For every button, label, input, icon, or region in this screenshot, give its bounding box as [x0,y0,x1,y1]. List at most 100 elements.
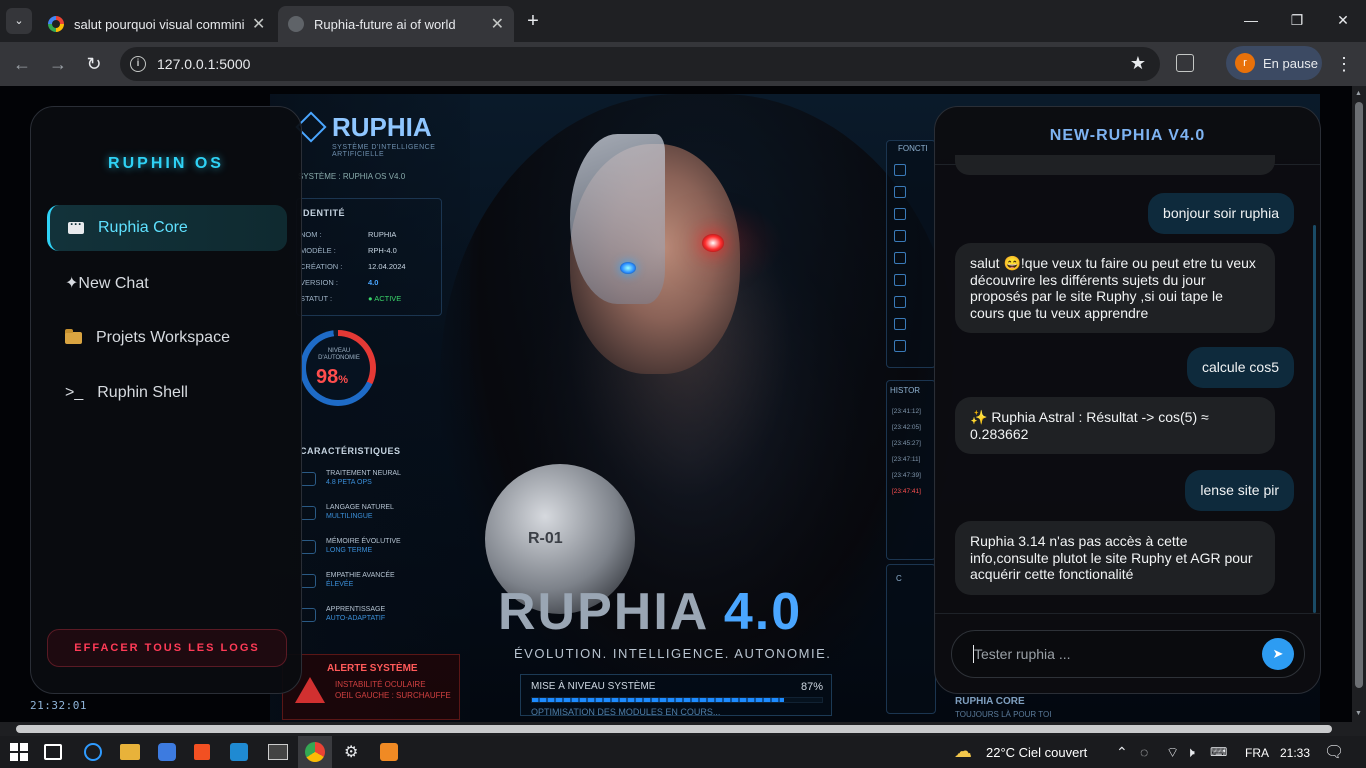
poster-right-hud: FONCTI HISTOR [23:41:12] [23:42:05] [23:… [880,134,940,722]
alert-line: OEIL GAUCHE : SURCHAUFFE [335,691,451,700]
history-time: [23:47:39] [892,472,921,479]
clear-logs-button[interactable]: EFFACER TOUS LES LOGS [47,629,287,667]
scroll-down-icon[interactable]: ▼ [1355,710,1362,717]
poster-cyber-plate [570,134,665,304]
chat-message-user: lense site pir [1185,470,1294,511]
identity-value: 4.0 [368,278,379,287]
identity-key: CRÉATION : [300,262,343,271]
history-title: HISTOR [890,386,921,395]
terminal-icon: >_ [65,384,84,401]
chat-messages[interactable]: bonjour soir ruphia salut 😄!que veux tu … [935,155,1320,613]
vertical-scroll-thumb[interactable] [1355,102,1363,688]
notifications-icon[interactable]: 🗨 [1324,742,1344,762]
history-time: [23:42:05] [892,424,921,431]
sidebar-item-label: ✦New Chat [65,275,149,292]
photos-icon[interactable] [158,743,176,761]
identity-value: ● ACTIVE [368,294,402,303]
function-icon [894,186,906,198]
reload-button[interactable]: ↻ [80,50,108,78]
status-box [886,564,936,714]
sidebar-item-new-chat[interactable]: ✦New Chat [47,260,287,306]
system-alert-box: ALERTE SYSTÈME INSTABILITÉ OCULAIRE OEIL … [282,654,460,720]
sidebar-item-label: Ruphia Core [98,219,188,236]
identity-key: NOM : [300,230,322,239]
horizontal-scrollbar[interactable] [0,722,1366,736]
poster-logo: RUPHIA [332,112,432,142]
keyboard-icon[interactable]: ⌨ [1210,745,1227,759]
terminal-app-icon[interactable] [268,744,288,760]
file-explorer-icon[interactable] [120,744,140,760]
google-icon [48,16,64,32]
tab-title: Ruphia-future ai of world [314,16,456,32]
minimize-button[interactable]: — [1228,0,1274,42]
cortana-icon[interactable] [84,743,102,761]
sublime-text-icon[interactable] [380,743,398,761]
speech-icon [300,506,316,520]
reading-mode-icon[interactable] [1176,54,1194,72]
functions-title: FONCTI [898,144,928,153]
feature-sub: LONG TERME [326,547,373,554]
more-menu-icon[interactable]: ⋮ [1334,50,1354,78]
chrome-icon[interactable] [305,742,325,762]
vertical-scrollbar[interactable]: ▲ ▼ [1352,86,1366,722]
new-tab-button[interactable]: + [520,8,546,34]
chat-panel: NEW-RUPHIA V4.0 bonjour soir ruphia salu… [934,106,1321,694]
profile-status: En pause [1263,55,1318,71]
upgrade-label: MISE À NIVEAU SYSTÈME [531,681,656,692]
history-time: [23:47:11] [892,456,921,463]
upgrade-bar [531,697,823,703]
volume-icon[interactable]: 🕨 [1186,744,1195,761]
sidebar-brand: RUPHIN OS [108,155,224,172]
feature-item: TRAITEMENT NEURAL 4.8 PETA OPS [326,470,401,486]
wifi-icon[interactable]: ⌔ [1166,744,1179,762]
weather-text[interactable]: 22°C Ciel couvert [986,745,1087,760]
function-icon [894,208,906,220]
close-tab-icon[interactable]: ✕ [491,14,504,34]
sidebar-item-label: Ruphin Shell [97,384,188,401]
function-icon [894,340,906,352]
restore-button[interactable]: ❐ [1274,0,1320,42]
shoulder-mark: R-01 [528,530,563,547]
scroll-up-icon[interactable]: ▲ [1355,90,1362,97]
close-tab-icon[interactable]: ✕ [252,14,265,34]
task-view-icon[interactable] [44,744,62,760]
chat-input[interactable] [951,630,1305,678]
history-box [886,380,936,560]
profile-button[interactable]: r En pause [1226,46,1322,80]
avatar: r [1235,53,1255,73]
feature-item: MÉMOIRE ÉVOLUTIVE LONG TERME [326,538,401,554]
language-indicator[interactable]: FRA [1245,746,1269,760]
horizontal-scroll-thumb[interactable] [16,725,1332,733]
core-title: RUPHIA CORE [955,696,1025,707]
sidebar-item-ruphin-shell[interactable]: >_ Ruphin Shell [47,370,287,416]
sidebar-item-ruphia-core[interactable]: Ruphia Core [47,205,287,251]
forward-button[interactable]: → [44,50,72,78]
chat-scrollbar[interactable] [1313,225,1316,613]
chat-message-user: calcule cos5 [1186,347,1294,388]
tray-chevron-icon[interactable]: ⌃ [1116,744,1128,761]
history-time: [23:47:41] [892,488,921,495]
feature-item: APPRENTISSAGE AUTO-ADAPTATIF [326,606,385,622]
settings-gear-icon[interactable]: ⚙ [344,742,358,762]
feature-item: LANGAGE NATUREL MULTILINGUE [326,504,394,520]
store-icon[interactable] [194,744,210,760]
vscode-icon[interactable] [230,743,248,761]
windows-start-icon[interactable] [10,743,28,761]
sidebar-item-projets-workspace[interactable]: Projets Workspace [47,315,287,361]
taskbar-clock[interactable]: 21:33 [1280,746,1310,760]
learning-icon [300,608,316,622]
history-time: [23:45:27] [892,440,921,447]
network-icon[interactable]: ◌ [1140,744,1148,760]
address-bar[interactable]: i 127.0.0.1:5000 ★ [120,47,1160,81]
bookmark-star-icon[interactable]: ★ [1130,53,1146,74]
site-info-icon[interactable]: i [130,56,146,72]
browser-tab-active[interactable]: Ruphia-future ai of world ✕ [278,6,514,42]
chat-message-bot: ✨ Ruphia Astral : Résultat -> cos(5) ≈ 0… [955,397,1275,454]
close-window-button[interactable]: ✕ [1320,0,1366,42]
tab-search-button[interactable]: ⌄ [6,8,32,34]
browser-tab[interactable]: salut pourquoi visual comminity ✕ [38,6,276,42]
feature-item: EMPATHIE AVANCÉE ÉLEVÉE [326,572,395,588]
page-viewport: R-01 RUPHIA SYSTÈME D'INTELLIGENCE ARTIF… [0,86,1352,722]
send-button[interactable]: ➤ [1262,638,1294,670]
back-button[interactable]: ← [8,50,36,78]
